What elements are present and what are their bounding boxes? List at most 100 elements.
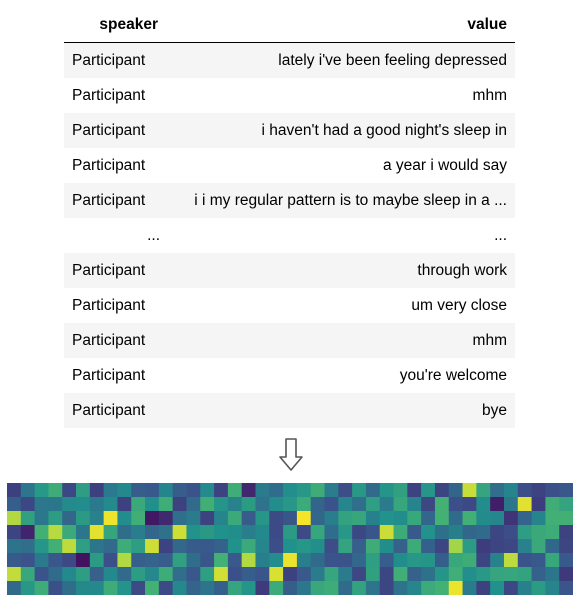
heatmap-cell xyxy=(145,497,160,512)
heatmap-cell xyxy=(476,539,491,554)
heatmap-cell xyxy=(200,483,215,498)
heatmap-cell xyxy=(296,567,312,582)
heatmap-cell xyxy=(352,567,367,582)
heatmap-cell xyxy=(531,581,546,595)
heatmap-cell xyxy=(34,553,50,568)
transcript-table: speaker value Participant lately i've be… xyxy=(64,8,515,428)
heatmap-cell xyxy=(117,553,132,568)
heatmap-cell xyxy=(214,511,229,526)
heatmap-cell xyxy=(227,539,243,554)
speaker-cell: Participant xyxy=(64,183,166,218)
heatmap-cell xyxy=(503,511,519,526)
heatmap-cell xyxy=(89,553,105,568)
heatmap-cell xyxy=(62,581,77,595)
heatmap-cell xyxy=(117,483,132,498)
heatmap-cell xyxy=(338,581,353,595)
heatmap-cell xyxy=(269,581,284,595)
heatmap-cell xyxy=(352,511,367,526)
heatmap-cell xyxy=(462,581,477,595)
heatmap-cell xyxy=(145,581,160,595)
heatmap-cell xyxy=(448,525,464,540)
heatmap-cell xyxy=(214,483,229,498)
heatmap-cell xyxy=(490,511,505,526)
heatmap-cell xyxy=(62,497,77,512)
heatmap-cell xyxy=(421,567,436,582)
heatmap-cell xyxy=(117,539,132,554)
heatmap-cell xyxy=(34,511,50,526)
heatmap-cell xyxy=(503,497,519,512)
heatmap-cell xyxy=(131,581,146,595)
heatmap-cell xyxy=(324,511,339,526)
heatmap-cell xyxy=(490,581,505,595)
heatmap-cell xyxy=(241,539,257,554)
heatmap-cell xyxy=(393,525,408,540)
heatmap-cell xyxy=(296,497,312,512)
heatmap-cell xyxy=(76,511,91,526)
heatmap-cell xyxy=(255,483,270,498)
heatmap-cell xyxy=(214,525,229,540)
heatmap-cell xyxy=(352,483,367,498)
heatmap-cell xyxy=(158,511,174,526)
heatmap-cell xyxy=(462,497,477,512)
heatmap-cell xyxy=(227,567,243,582)
heatmap-cell xyxy=(103,525,119,540)
heatmap-cell xyxy=(407,511,422,526)
heatmap-cell xyxy=(7,525,22,540)
heatmap-cell xyxy=(365,581,381,595)
heatmap-cell xyxy=(517,581,533,595)
heatmap-cell xyxy=(200,553,215,568)
heatmap-cell xyxy=(158,567,174,582)
heatmap-cell xyxy=(241,567,257,582)
heatmap-cell xyxy=(545,581,560,595)
heatmap-cell xyxy=(227,497,243,512)
heatmap-cell xyxy=(296,553,312,568)
heatmap-cell xyxy=(283,525,298,540)
heatmap-cell xyxy=(7,539,22,554)
table-row: Participant mhm xyxy=(64,323,515,358)
heatmap-cell xyxy=(324,553,339,568)
table-row-ellipsis: ... ... xyxy=(64,218,515,253)
heatmap-cell xyxy=(365,511,381,526)
speaker-cell: Participant xyxy=(72,86,146,104)
heatmap-cell xyxy=(448,581,464,595)
heatmap-cell xyxy=(145,525,160,540)
table-row: Participant you're welcome xyxy=(64,358,515,393)
heatmap-cell xyxy=(214,539,229,554)
heatmap-cell xyxy=(103,539,119,554)
heatmap-cell xyxy=(269,553,284,568)
heatmap-cell xyxy=(103,497,119,512)
heatmap-cell xyxy=(172,581,188,595)
heatmap-cell xyxy=(241,553,257,568)
heatmap-cell xyxy=(503,539,519,554)
value-cell: um very close xyxy=(411,296,507,314)
heatmap-cell xyxy=(172,567,188,582)
heatmap-cell xyxy=(434,525,450,540)
heatmap-cell xyxy=(448,539,464,554)
heatmap-cell xyxy=(531,553,546,568)
heatmap-cell xyxy=(48,539,63,554)
heatmap-cell xyxy=(48,567,63,582)
table-row: Participant bye xyxy=(64,393,515,428)
heatmap-cell xyxy=(48,581,63,595)
heatmap-cell xyxy=(448,497,464,512)
heatmap-cell xyxy=(296,581,312,595)
heatmap-cell xyxy=(296,511,312,526)
heatmap-cell xyxy=(241,581,257,595)
heatmap-cell xyxy=(117,567,132,582)
table-row: Participant a year i would say xyxy=(64,148,515,183)
heatmap-cell xyxy=(200,497,215,512)
heatmap-cell xyxy=(393,567,408,582)
down-arrow-icon xyxy=(279,438,303,471)
heatmap-cell xyxy=(20,525,36,540)
heatmap-cell xyxy=(393,511,408,526)
heatmap-cell xyxy=(76,525,91,540)
heatmap-cell xyxy=(421,581,436,595)
heatmap-cell xyxy=(310,539,326,554)
heatmap-cell xyxy=(283,553,298,568)
heatmap-cell xyxy=(462,483,477,498)
heatmap-cell xyxy=(393,497,408,512)
heatmap-cell xyxy=(255,539,270,554)
heatmap-cell xyxy=(214,581,229,595)
heatmap-cell xyxy=(476,483,491,498)
heatmap-cell xyxy=(393,483,408,498)
